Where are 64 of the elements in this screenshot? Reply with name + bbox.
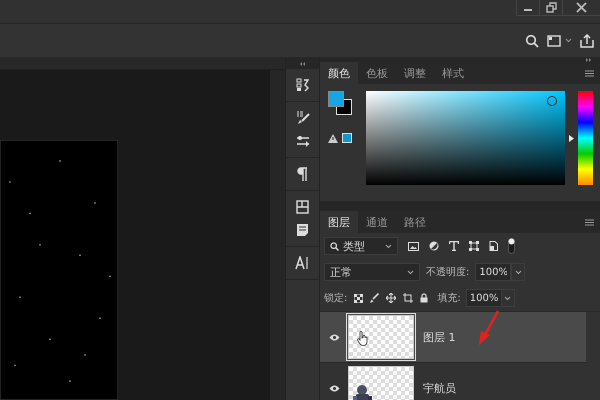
search-icon[interactable] (525, 34, 539, 48)
panel-tab[interactable]: 通道 (358, 211, 396, 233)
window-icon[interactable] (547, 34, 561, 46)
history-icon[interactable] (296, 78, 310, 92)
checkerboard-icon[interactable] (354, 294, 364, 302)
arrow (476, 310, 500, 346)
brush-icon[interactable] (296, 111, 310, 125)
fill-label: 填充: (437, 292, 461, 305)
restore-icon (546, 2, 556, 13)
filter-dropdown[interactable]: 类型 (324, 237, 398, 255)
panel-tab[interactable]: 颜色 (320, 62, 358, 84)
panel-tab[interactable]: 样式 (434, 62, 472, 84)
toggle-switch-icon[interactable] (508, 238, 515, 254)
layer-row[interactable]: 图层 1 (320, 312, 586, 363)
chevron-down-icon (514, 270, 522, 274)
paragraph-icon[interactable] (296, 167, 308, 181)
artboard-icon[interactable] (403, 293, 414, 303)
panel-icon[interactable] (296, 200, 309, 214)
layer-name: 宇航员 (423, 380, 456, 396)
lock-icon[interactable] (420, 293, 428, 303)
panel-tab[interactable]: 路径 (396, 211, 434, 233)
hue-pointer-icon[interactable] (569, 134, 574, 142)
move-icon[interactable] (386, 293, 396, 303)
lock-label: 锁定: (324, 292, 348, 305)
panel-tab[interactable]: 图层 (320, 211, 358, 233)
smart-object-icon[interactable] (489, 241, 498, 251)
layer-thumbnail[interactable] (348, 315, 414, 359)
hue-slider[interactable] (569, 91, 593, 185)
panel-tab[interactable]: 色板 (358, 62, 396, 84)
adjustment-icon[interactable] (429, 241, 439, 251)
image-icon[interactable] (408, 242, 419, 250)
blend-mode-dropdown[interactable]: 正常 (324, 263, 420, 281)
opacity-label: 不透明度: (426, 266, 470, 279)
layer-row[interactable]: 宇航员 (320, 363, 586, 400)
chevron-down-icon (504, 296, 512, 300)
notes-icon[interactable] (296, 223, 309, 237)
type-icon[interactable] (449, 241, 459, 251)
opacity-dropdown-button[interactable] (511, 263, 526, 281)
eye-icon[interactable] (328, 334, 340, 340)
warning-icon (328, 134, 338, 143)
menu-icon[interactable] (585, 70, 594, 76)
hand-cursor-icon (357, 330, 369, 346)
web-safe-swatch[interactable] (342, 133, 352, 143)
color-field[interactable] (366, 91, 565, 185)
character-icon[interactable] (295, 256, 310, 270)
layer-name: 图层 1 (423, 330, 456, 344)
collapse-icon[interactable] (300, 62, 306, 66)
minimize-icon (524, 9, 532, 11)
opacity-field[interactable]: 100% (475, 263, 512, 281)
sliders-icon[interactable] (296, 134, 310, 148)
chevron-down-icon (385, 244, 392, 248)
fill-field[interactable]: 100% (466, 289, 502, 307)
color-swatches[interactable] (328, 91, 354, 117)
shape-icon[interactable] (469, 241, 479, 251)
share-icon[interactable] (580, 34, 594, 48)
panel-tab[interactable]: 调整 (396, 62, 434, 84)
brush-icon[interactable] (370, 293, 380, 303)
search-icon (330, 242, 339, 250)
close-icon (576, 2, 587, 13)
menu-icon[interactable] (585, 218, 594, 226)
chevron-down-icon (407, 270, 414, 274)
eye-icon[interactable] (328, 384, 340, 392)
chevron-down-icon[interactable] (565, 38, 572, 43)
layer-thumbnail[interactable] (348, 366, 414, 400)
